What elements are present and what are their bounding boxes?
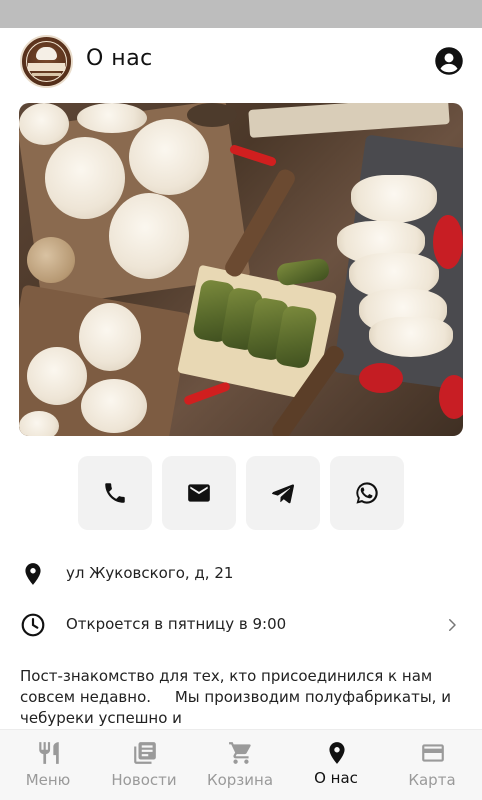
nav-item-news[interactable]: Новости	[96, 730, 192, 800]
nav-item-cart[interactable]: Корзина	[192, 730, 288, 800]
chevron-right-icon	[449, 619, 456, 631]
bottom-navigation: Меню Новости Корзина О нас Карта	[0, 729, 482, 800]
address-text: ул Жуковского, д, 21	[66, 564, 234, 582]
nav-item-about[interactable]: О нас	[288, 730, 384, 800]
location-pin-icon	[329, 742, 345, 764]
fork-knife-icon	[39, 742, 59, 764]
phone-icon	[105, 483, 125, 503]
account-circle-icon	[435, 47, 463, 75]
about-description: Пост-знакомство для тех, кто присоединил…	[20, 667, 456, 727]
clock-icon	[21, 613, 45, 637]
nav-item-menu[interactable]: Меню	[0, 730, 96, 800]
contact-buttons	[78, 456, 408, 530]
nav-label-card: Карта	[408, 771, 456, 789]
telegram-button[interactable]	[246, 456, 320, 530]
card-icon	[422, 744, 444, 762]
opening-hours-row[interactable]: Откроется в пятницу в 9:00	[0, 604, 482, 644]
account-button[interactable]	[434, 46, 464, 76]
cart-icon	[229, 742, 251, 764]
opening-hours-text: Откроется в пятницу в 9:00	[66, 615, 287, 633]
nav-label-news: Новости	[111, 771, 177, 789]
telegram-icon	[272, 484, 295, 504]
news-icon	[134, 742, 156, 764]
page-title: О нас	[86, 46, 153, 71]
whatsapp-icon	[356, 482, 378, 504]
hero-image	[19, 103, 463, 436]
location-pin-icon	[25, 563, 41, 585]
status-bar	[0, 0, 482, 28]
call-button[interactable]	[78, 456, 152, 530]
address-row[interactable]: ул Жуковского, д, 21	[0, 553, 482, 593]
app-header: О нас	[0, 28, 482, 94]
nav-label-about: О нас	[314, 769, 358, 787]
mail-icon	[188, 484, 210, 502]
nav-label-menu: Меню	[25, 771, 71, 789]
nav-item-card[interactable]: Карта	[384, 730, 480, 800]
whatsapp-button[interactable]	[330, 456, 404, 530]
nav-label-cart: Корзина	[206, 771, 274, 789]
email-button[interactable]	[162, 456, 236, 530]
brand-logo	[20, 35, 73, 88]
